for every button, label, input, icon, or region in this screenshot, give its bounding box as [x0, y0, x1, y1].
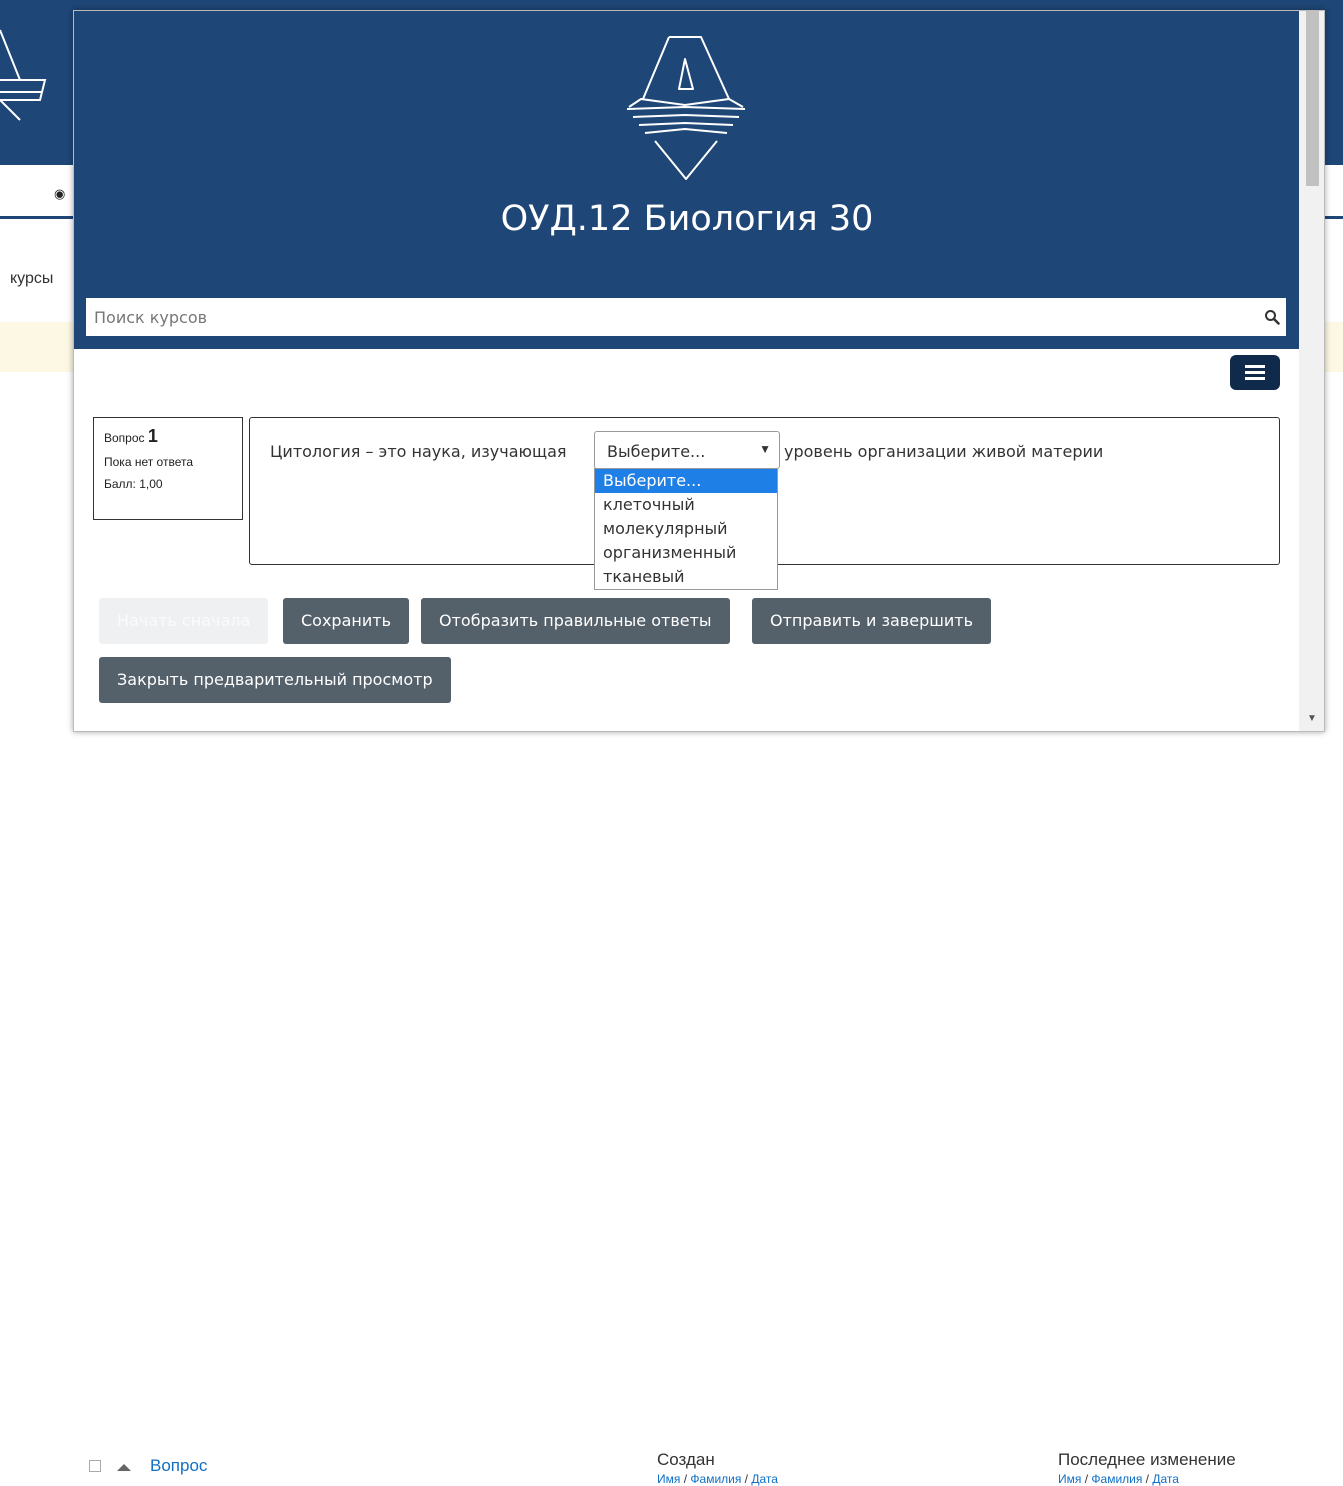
- option-choose[interactable]: Выберите...: [595, 469, 777, 493]
- question-text-before: Цитология – это наука, изучающая: [270, 442, 567, 461]
- course-header: ОУД.12 Биология 30: [74, 11, 1300, 349]
- option-tissue[interactable]: тканевый: [595, 565, 777, 589]
- answer-select-value: Выберите...: [607, 442, 706, 461]
- show-correct-answers-button[interactable]: Отобразить правильные ответы: [421, 598, 730, 644]
- submit-and-finish-button[interactable]: Отправить и завершить: [752, 598, 992, 644]
- option-molecular[interactable]: молекулярный: [595, 517, 777, 541]
- popup-scrollbar[interactable]: ▼: [1299, 11, 1324, 731]
- question-number: 1: [147, 426, 158, 446]
- question-label: Вопрос: [104, 431, 145, 445]
- dashboard-icon[interactable]: ◉: [54, 186, 65, 202]
- course-title: ОУД.12 Биология 30: [500, 199, 874, 239]
- scrollbar-thumb[interactable]: [1306, 11, 1319, 186]
- hamburger-icon-line: [1245, 377, 1265, 380]
- answer-select[interactable]: Выберите... ▼: [594, 431, 780, 469]
- question-score: Балл: 1,00: [104, 477, 163, 491]
- column-question[interactable]: Вопрос: [150, 1456, 207, 1476]
- restart-button[interactable]: Начать сначала: [99, 598, 269, 644]
- hamburger-icon: [1245, 365, 1265, 368]
- column-created: Создан: [657, 1450, 715, 1469]
- question-info-box: Вопрос 1 Пока нет ответа Балл: 1,00: [93, 417, 243, 520]
- close-preview-button[interactable]: Закрыть предварительный просмотр: [99, 657, 451, 703]
- breadcrumb-courses[interactable]: курсы: [10, 270, 53, 288]
- column-modified: Последнее изменение: [1058, 1450, 1236, 1469]
- sort-last-name-link[interactable]: Фамилия: [690, 1472, 741, 1486]
- sort-first-name-link[interactable]: Имя: [1058, 1472, 1081, 1486]
- search-icon[interactable]: [1264, 309, 1280, 325]
- option-organismal[interactable]: организменный: [595, 541, 777, 565]
- select-all-checkbox[interactable]: [89, 1460, 101, 1472]
- answer-options-list: Выберите... клеточный молекулярный орган…: [594, 468, 778, 590]
- search-input[interactable]: [92, 298, 1252, 336]
- created-sort-links: Имя / Фамилия / Дата: [657, 1472, 778, 1486]
- sort-first-name-link[interactable]: Имя: [657, 1472, 680, 1486]
- sort-date-link[interactable]: Дата: [751, 1472, 778, 1486]
- hamburger-menu-button[interactable]: [1230, 355, 1280, 390]
- option-cellular[interactable]: клеточный: [595, 493, 777, 517]
- question-text-after: уровень организации живой материи: [784, 442, 1104, 461]
- save-button[interactable]: Сохранить: [283, 598, 409, 644]
- college-logo: [626, 36, 746, 180]
- hamburger-icon-line: [1245, 371, 1265, 374]
- dropdown-arrow-icon: ▼: [759, 442, 771, 456]
- question-preview-popup: ОУД.12 Биология 30 Вопрос 1 Пока нет отв…: [73, 10, 1325, 732]
- sort-date-link[interactable]: Дата: [1152, 1472, 1179, 1486]
- sort-last-name-link[interactable]: Фамилия: [1091, 1472, 1142, 1486]
- site-logo-partial: [0, 29, 47, 121]
- scroll-down-arrow-icon[interactable]: ▼: [1307, 713, 1317, 724]
- question-bank-table-header: Вопрос Создан Имя / Фамилия / Дата После…: [0, 728, 1343, 1486]
- course-search-bar: [86, 298, 1286, 336]
- sort-asc-icon[interactable]: [117, 1464, 131, 1471]
- modified-sort-links: Имя / Фамилия / Дата: [1058, 1472, 1179, 1486]
- question-status: Пока нет ответа: [104, 455, 194, 469]
